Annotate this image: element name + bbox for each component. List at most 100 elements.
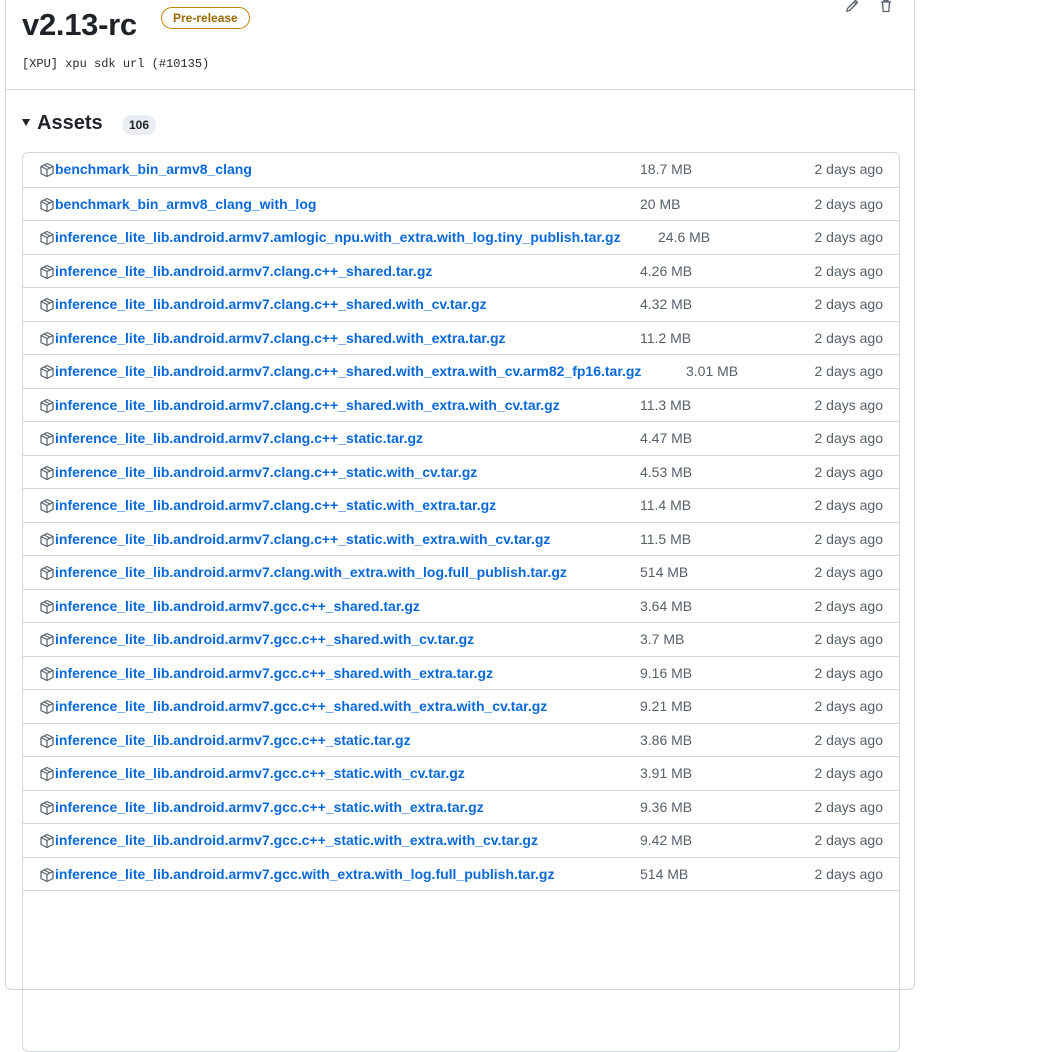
package-icon <box>40 230 54 246</box>
asset-download-link[interactable]: inference_lite_lib.android.armv7.gcc.c++… <box>55 765 465 782</box>
asset-row: benchmark_bin_armv8_clang 18.7 MB 2 days a… <box>23 153 899 187</box>
package-icon <box>40 162 54 178</box>
asset-date: 2 days ago <box>814 396 884 413</box>
asset-row: inference_lite_lib.android.armv7.clang.w… <box>23 555 899 589</box>
asset-date: 2 days ago <box>814 463 884 480</box>
asset-date: 2 days ago <box>814 731 884 748</box>
asset-size: 4.47 MB <box>640 430 693 446</box>
package-icon <box>40 297 54 313</box>
asset-download-link[interactable]: inference_lite_lib.android.armv7.clang.c… <box>55 263 432 280</box>
package-icon <box>40 532 54 547</box>
asset-download-link[interactable]: inference_lite_lib.android.armv7.clang.c… <box>55 497 496 514</box>
asset-size: 18.7 MB <box>640 161 693 177</box>
release-card: v2.13-rc Pre-release [XPU] xpu sdk url (… <box>5 0 916 1052</box>
asset-download-link[interactable]: benchmark_bin_armv8_clang_with_log <box>55 196 316 213</box>
asset-row: inference_lite_lib.android.armv7.gcc.wit… <box>23 856 899 891</box>
asset-date: 2 days ago <box>814 765 884 781</box>
assets-count-badge: 106 <box>122 115 157 135</box>
package-icon <box>40 465 54 480</box>
asset-date: 2 days ago <box>814 363 884 379</box>
asset-row: inference_lite_lib.android.armv7.amlogic… <box>23 220 899 254</box>
asset-date: 2 days ago <box>814 262 884 279</box>
package-icon <box>40 800 54 815</box>
pencil-icon[interactable] <box>844 0 860 14</box>
asset-size: 3.86 MB <box>640 731 693 748</box>
package-icon <box>40 431 54 447</box>
package-icon <box>40 733 54 748</box>
asset-row: inference_lite_lib.android.armv7.clang.c… <box>23 253 899 288</box>
asset-row: inference_lite_lib.android.armv7.clang.c… <box>23 354 899 388</box>
asset-download-link[interactable]: inference_lite_lib.android.armv7.amlogic… <box>55 229 621 246</box>
asset-row: inference_lite_lib.android.armv7.clang.c… <box>23 387 899 422</box>
asset-size: 3.64 MB <box>640 597 693 614</box>
asset-date: 2 days ago <box>814 865 884 882</box>
asset-download-link[interactable]: inference_lite_lib.android.armv7.gcc.c++… <box>55 598 420 615</box>
asset-download-link[interactable]: inference_lite_lib.android.armv7.clang.c… <box>55 531 550 548</box>
asset-date: 2 days ago <box>814 597 884 614</box>
asset-date: 2 days ago <box>814 664 884 681</box>
asset-date: 2 days ago <box>814 530 884 547</box>
package-icon <box>40 632 54 648</box>
asset-size: 3.91 MB <box>640 765 693 781</box>
asset-download-link[interactable]: inference_lite_lib.android.armv7.clang.c… <box>55 363 641 380</box>
asset-row: inference_lite_lib.android.armv7.gcc.c++… <box>23 622 899 656</box>
asset-size: 11.5 MB <box>640 530 692 547</box>
asset-download-link[interactable]: benchmark_bin_armv8_clang <box>55 161 252 178</box>
package-icon <box>40 666 54 681</box>
asset-row: inference_lite_lib.android.armv7.clang.c… <box>23 421 899 455</box>
asset-row: inference_lite_lib.android.armv7.clang.c… <box>23 454 899 489</box>
asset-download-link[interactable]: inference_lite_lib.android.armv7.gcc.c++… <box>55 832 538 849</box>
asset-row: inference_lite_lib.android.armv7.gcc.c++… <box>23 823 899 857</box>
asset-date: 2 days ago <box>814 631 884 647</box>
asset-size: 4.26 MB <box>640 262 693 279</box>
asset-date: 2 days ago <box>814 832 884 848</box>
asset-size: 9.21 MB <box>640 698 693 714</box>
asset-download-link[interactable]: inference_lite_lib.android.armv7.clang.c… <box>55 397 560 414</box>
asset-date: 2 days ago <box>814 430 884 446</box>
asset-download-link[interactable]: inference_lite_lib.android.armv7.clang.w… <box>55 564 567 581</box>
release-description: [XPU] xpu sdk url (#10135) <box>22 57 210 71</box>
package-icon <box>40 498 54 514</box>
asset-row: inference_lite_lib.android.armv7.gcc.c++… <box>23 756 899 790</box>
asset-date: 2 days ago <box>814 329 884 346</box>
asset-row: inference_lite_lib.android.armv7.clang.c… <box>23 287 899 321</box>
package-icon <box>40 398 54 413</box>
asset-row: inference_lite_lib.android.armv7.clang.c… <box>23 320 899 355</box>
package-icon <box>40 699 54 715</box>
asset-download-link[interactable]: inference_lite_lib.android.armv7.gcc.wit… <box>55 866 554 883</box>
asset-size: 9.16 MB <box>640 664 693 681</box>
package-icon <box>40 264 54 279</box>
package-icon <box>40 833 54 849</box>
asset-date: 2 days ago <box>814 497 884 513</box>
asset-size: 3.01 MB <box>686 363 739 379</box>
asset-download-link[interactable]: inference_lite_lib.android.armv7.gcc.c++… <box>55 698 547 715</box>
asset-row: inference_lite_lib.android.armv7.gcc.c++… <box>23 722 899 757</box>
asset-size: 11.3 MB <box>640 396 692 413</box>
asset-size: 11.2 MB <box>640 329 692 346</box>
asset-download-link[interactable]: inference_lite_lib.android.armv7.gcc.c++… <box>55 631 474 648</box>
asset-download-link[interactable]: inference_lite_lib.android.armv7.clang.c… <box>55 430 423 447</box>
asset-row: inference_lite_lib.android.armv7.gcc.c++… <box>23 789 899 824</box>
asset-download-link[interactable]: inference_lite_lib.android.armv7.gcc.c++… <box>55 732 411 749</box>
asset-download-link[interactable]: inference_lite_lib.android.armv7.gcc.c++… <box>55 665 493 682</box>
asset-download-link[interactable]: inference_lite_lib.android.armv7.gcc.c++… <box>55 799 484 816</box>
assets-list: benchmark_bin_armv8_clang 18.7 MB 2 days a… <box>22 152 900 1052</box>
asset-size: 24.6 MB <box>658 229 711 245</box>
asset-download-link[interactable]: inference_lite_lib.android.armv7.clang.c… <box>55 296 487 313</box>
trash-icon[interactable] <box>878 0 894 14</box>
asset-download-link[interactable]: inference_lite_lib.android.armv7.clang.c… <box>55 330 506 347</box>
asset-size: 3.7 MB <box>640 631 685 647</box>
asset-row: inference_lite_lib.android.armv7.gcc.c++… <box>23 655 899 690</box>
package-icon <box>40 867 54 882</box>
assets-heading: Assets <box>37 112 103 134</box>
asset-date: 2 days ago <box>814 798 884 815</box>
release-title[interactable]: v2.13-rc <box>22 9 137 40</box>
asset-size: 514 MB <box>640 564 689 580</box>
asset-date: 2 days ago <box>814 161 884 177</box>
package-icon <box>40 331 54 346</box>
asset-date: 2 days ago <box>814 195 884 212</box>
pre-release-badge: Pre-release <box>161 7 250 29</box>
asset-download-link[interactable]: inference_lite_lib.android.armv7.clang.c… <box>55 464 477 481</box>
asset-size: 11.4 MB <box>640 497 692 513</box>
asset-date: 2 days ago <box>814 229 884 245</box>
